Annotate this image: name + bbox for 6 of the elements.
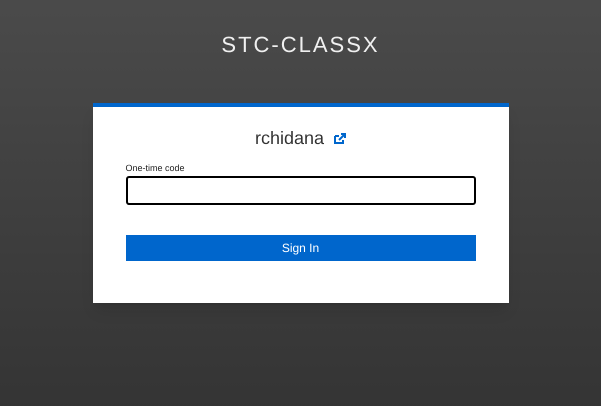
site-title: STC-CLASSX bbox=[221, 31, 380, 59]
username: rchidana bbox=[254, 127, 324, 149]
input-field[interactable] bbox=[126, 176, 476, 205]
field-label: One-time code bbox=[126, 162, 186, 174]
sign-in-button[interactable]: Sign In bbox=[126, 235, 476, 261]
external-link-icon[interactable] bbox=[334, 132, 346, 144]
